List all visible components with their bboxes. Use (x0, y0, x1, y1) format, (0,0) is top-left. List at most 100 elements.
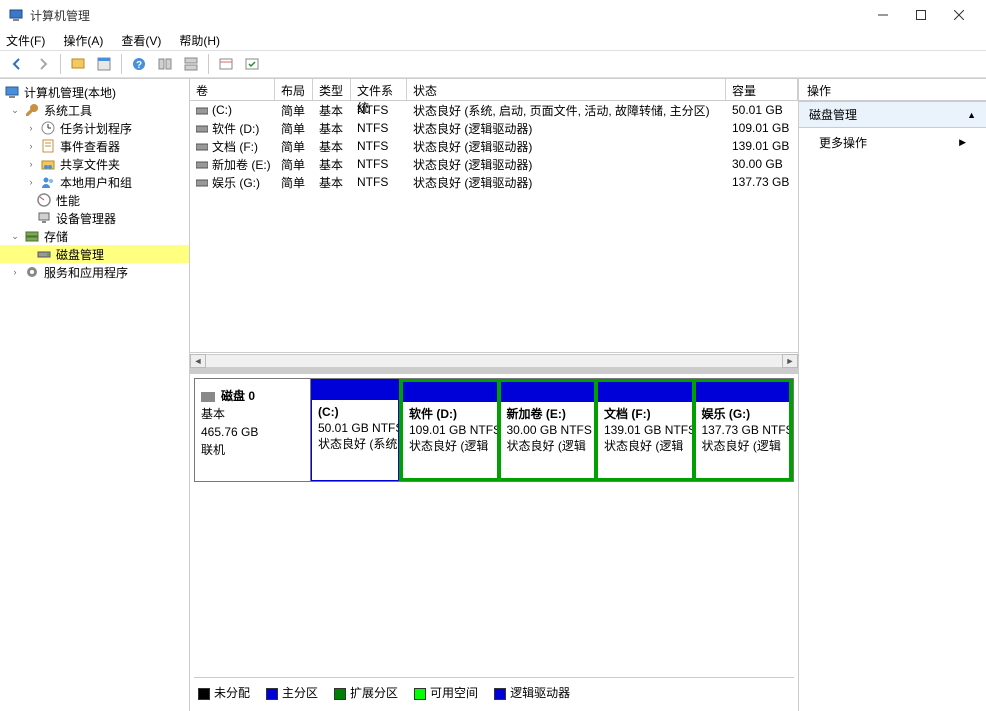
expand-icon[interactable]: › (26, 141, 36, 151)
legend: 未分配 主分区 扩展分区 可用空间 逻辑驱动器 (194, 677, 794, 707)
tree-taskscheduler[interactable]: › 任务计划程序 (0, 119, 189, 137)
legend-unallocated-swatch (198, 688, 210, 700)
scroll-left-button[interactable]: ◄ (190, 354, 206, 368)
log-icon (40, 138, 56, 154)
users-icon (40, 174, 56, 190)
volume-list: 卷 布局 类型 文件系统 状态 容量 (C:)简单基本NTFS状态良好 (系统,… (190, 79, 798, 374)
toolbar-icon-4[interactable] (180, 53, 202, 75)
toolbar-separator (60, 54, 61, 74)
expand-icon[interactable]: › (26, 123, 36, 133)
actions-section[interactable]: 磁盘管理 ▲ (799, 101, 986, 128)
toolbar-icon-2[interactable] (93, 53, 115, 75)
maximize-button[interactable] (914, 8, 928, 22)
back-button[interactable] (6, 53, 28, 75)
tree-sharedfolders[interactable]: › 共享文件夹 (0, 155, 189, 173)
chevron-right-icon: ▶ (959, 137, 966, 148)
tree-performance[interactable]: 性能 (0, 191, 189, 209)
tree-services[interactable]: › 服务和应用程序 (0, 263, 189, 281)
tree-systools[interactable]: ⌄ 系统工具 (0, 101, 189, 119)
toolbar-icon-6[interactable] (241, 53, 263, 75)
disk-size: 465.76 GB (201, 423, 304, 441)
toolbar-icon-3[interactable] (154, 53, 176, 75)
device-icon (36, 210, 52, 226)
expand-icon[interactable]: › (26, 177, 36, 187)
toolbar-icon-1[interactable] (67, 53, 89, 75)
tree-storage[interactable]: ⌄ 存储 (0, 227, 189, 245)
menu-action[interactable]: 操作(A) (63, 32, 103, 49)
partition[interactable]: (C:)50.01 GB NTFS状态良好 (系统 (311, 379, 399, 481)
navigation-tree[interactable]: 计算机管理(本地) ⌄ 系统工具 › 任务计划程序 › 事件查看器 › 共享文件… (0, 79, 190, 711)
computer-icon (4, 84, 20, 100)
collapse-icon[interactable]: ⌄ (10, 231, 20, 242)
volume-row[interactable]: 娱乐 (G:)简单基本NTFS状态良好 (逻辑驱动器)137.73 GB (190, 173, 798, 191)
col-type[interactable]: 类型 (313, 79, 351, 100)
minimize-button[interactable] (876, 8, 890, 22)
horizontal-scrollbar[interactable]: ◄ ► (190, 352, 798, 368)
disk-graphical-view: 磁盘 0 基本 465.76 GB 联机 (C:)50.01 GB NTFS状态… (190, 374, 798, 711)
disk-info[interactable]: 磁盘 0 基本 465.76 GB 联机 (195, 379, 311, 481)
scroll-right-button[interactable]: ► (782, 354, 798, 368)
clock-icon (40, 120, 56, 136)
tree-diskmgmt[interactable]: 磁盘管理 (0, 245, 189, 263)
col-capacity[interactable]: 容量 (726, 79, 798, 100)
disk-icon (201, 392, 215, 402)
partition[interactable]: 新加卷 (E:)30.00 GB NTFS状态良好 (逻辑 (499, 380, 597, 480)
volume-row[interactable]: (C:)简单基本NTFS状态良好 (系统, 启动, 页面文件, 活动, 故障转储… (190, 101, 798, 119)
menubar: 文件(F) 操作(A) 查看(V) 帮助(H) (0, 30, 986, 50)
disk-0-layout[interactable]: 磁盘 0 基本 465.76 GB 联机 (C:)50.01 GB NTFS状态… (194, 378, 794, 482)
app-icon (8, 7, 24, 23)
disk-type: 基本 (201, 405, 304, 423)
toolbar-icon-5[interactable] (215, 53, 237, 75)
menu-help[interactable]: 帮助(H) (179, 32, 220, 49)
services-icon (24, 264, 40, 280)
partition[interactable]: 软件 (D:)109.01 GB NTFS状态良好 (逻辑 (401, 380, 499, 480)
grid-header: 卷 布局 类型 文件系统 状态 容量 (190, 79, 798, 101)
window-title: 计算机管理 (30, 7, 876, 24)
section-collapse-icon[interactable]: ▲ (967, 110, 976, 120)
partitions-container: (C:)50.01 GB NTFS状态良好 (系统软件 (D:)109.01 G… (311, 379, 793, 481)
wrench-icon (24, 102, 40, 118)
folder-shared-icon (40, 156, 56, 172)
close-button[interactable] (952, 8, 966, 22)
legend-primary-swatch (266, 688, 278, 700)
toolbar-separator (121, 54, 122, 74)
col-volume[interactable]: 卷 (190, 79, 275, 100)
svg-text:?: ? (136, 60, 142, 71)
help-icon[interactable]: ? (128, 53, 150, 75)
menu-view[interactable]: 查看(V) (121, 32, 161, 49)
legend-free-swatch (414, 688, 426, 700)
menu-file[interactable]: 文件(F) (6, 32, 45, 49)
scroll-track[interactable] (206, 354, 782, 368)
actions-more[interactable]: 更多操作 ▶ (799, 128, 986, 157)
disk-icon (36, 246, 52, 262)
main-area: 计算机管理(本地) ⌄ 系统工具 › 任务计划程序 › 事件查看器 › 共享文件… (0, 78, 986, 711)
partition[interactable]: 娱乐 (G:)137.73 GB NTFS状态良好 (逻辑 (694, 380, 792, 480)
performance-icon (36, 192, 52, 208)
partition[interactable]: 文档 (F:)139.01 GB NTFS状态良好 (逻辑 (596, 380, 694, 480)
expand-icon[interactable]: › (26, 159, 36, 169)
volume-row[interactable]: 文档 (F:)简单基本NTFS状态良好 (逻辑驱动器)139.01 GB (190, 137, 798, 155)
collapse-icon[interactable]: ⌄ (10, 105, 20, 116)
center-panel: 卷 布局 类型 文件系统 状态 容量 (C:)简单基本NTFS状态良好 (系统,… (190, 79, 798, 711)
tree-localusers[interactable]: › 本地用户和组 (0, 173, 189, 191)
tree-devicemgr[interactable]: 设备管理器 (0, 209, 189, 227)
legend-logical-swatch (494, 688, 506, 700)
actions-header: 操作 (799, 79, 986, 101)
extended-partition-group: 软件 (D:)109.01 GB NTFS状态良好 (逻辑新加卷 (E:)30.… (399, 379, 793, 481)
volume-row[interactable]: 新加卷 (E:)简单基本NTFS状态良好 (逻辑驱动器)30.00 GB (190, 155, 798, 173)
actions-panel: 操作 磁盘管理 ▲ 更多操作 ▶ (798, 79, 986, 711)
grid-body[interactable]: (C:)简单基本NTFS状态良好 (系统, 启动, 页面文件, 活动, 故障转储… (190, 101, 798, 352)
disk-status: 联机 (201, 441, 304, 459)
col-status[interactable]: 状态 (407, 79, 726, 100)
volume-row[interactable]: 软件 (D:)简单基本NTFS状态良好 (逻辑驱动器)109.01 GB (190, 119, 798, 137)
col-filesystem[interactable]: 文件系统 (351, 79, 407, 100)
tree-root[interactable]: 计算机管理(本地) (0, 83, 189, 101)
col-layout[interactable]: 布局 (275, 79, 313, 100)
forward-button[interactable] (32, 53, 54, 75)
toolbar: ? (0, 50, 986, 78)
expand-icon[interactable]: › (10, 267, 20, 277)
legend-extended-swatch (334, 688, 346, 700)
storage-icon (24, 228, 40, 244)
tree-eventviewer[interactable]: › 事件查看器 (0, 137, 189, 155)
window-controls (876, 8, 978, 22)
